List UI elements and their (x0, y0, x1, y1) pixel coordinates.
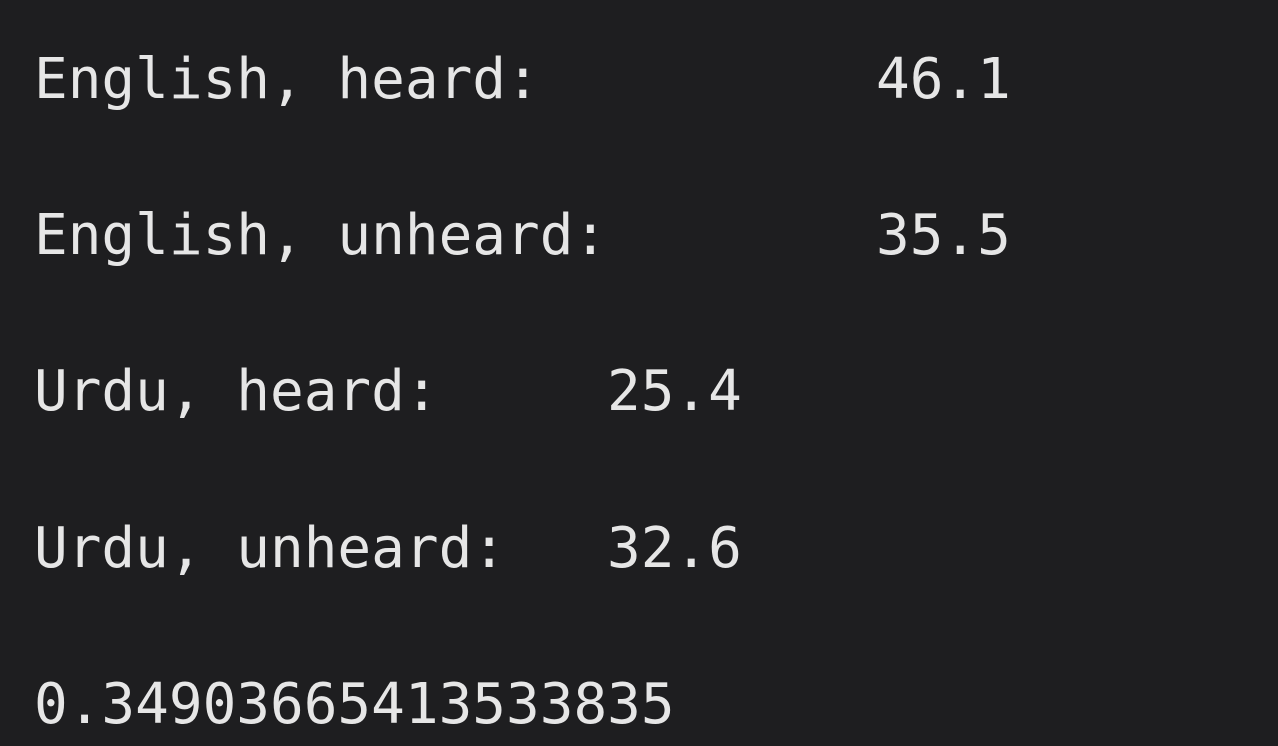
output-label: Urdu, unheard: (34, 516, 507, 581)
output-value: 46.1 (876, 47, 1011, 112)
output-value: 25.4 (607, 359, 742, 424)
output-value: 35.5 (876, 203, 1011, 268)
output-value: 32.6 (607, 516, 742, 581)
output-result-line: 0.34903665413533835 (34, 677, 675, 737)
output-label: Urdu, heard: (34, 359, 439, 424)
output-result: 0.34903665413533835 (34, 672, 675, 737)
output-label: English, unheard: (34, 203, 608, 268)
output-line: English, heard: 46.1 (34, 52, 1011, 112)
output-line: Urdu, unheard: 32.6 (34, 521, 742, 581)
output-line: Urdu, heard: 25.4 (34, 364, 742, 424)
console-output: English, heard: 46.1 English, unheard: 3… (0, 0, 1278, 746)
output-line: English, unheard: 35.5 (34, 208, 1011, 268)
output-label: English, heard: (34, 47, 540, 112)
